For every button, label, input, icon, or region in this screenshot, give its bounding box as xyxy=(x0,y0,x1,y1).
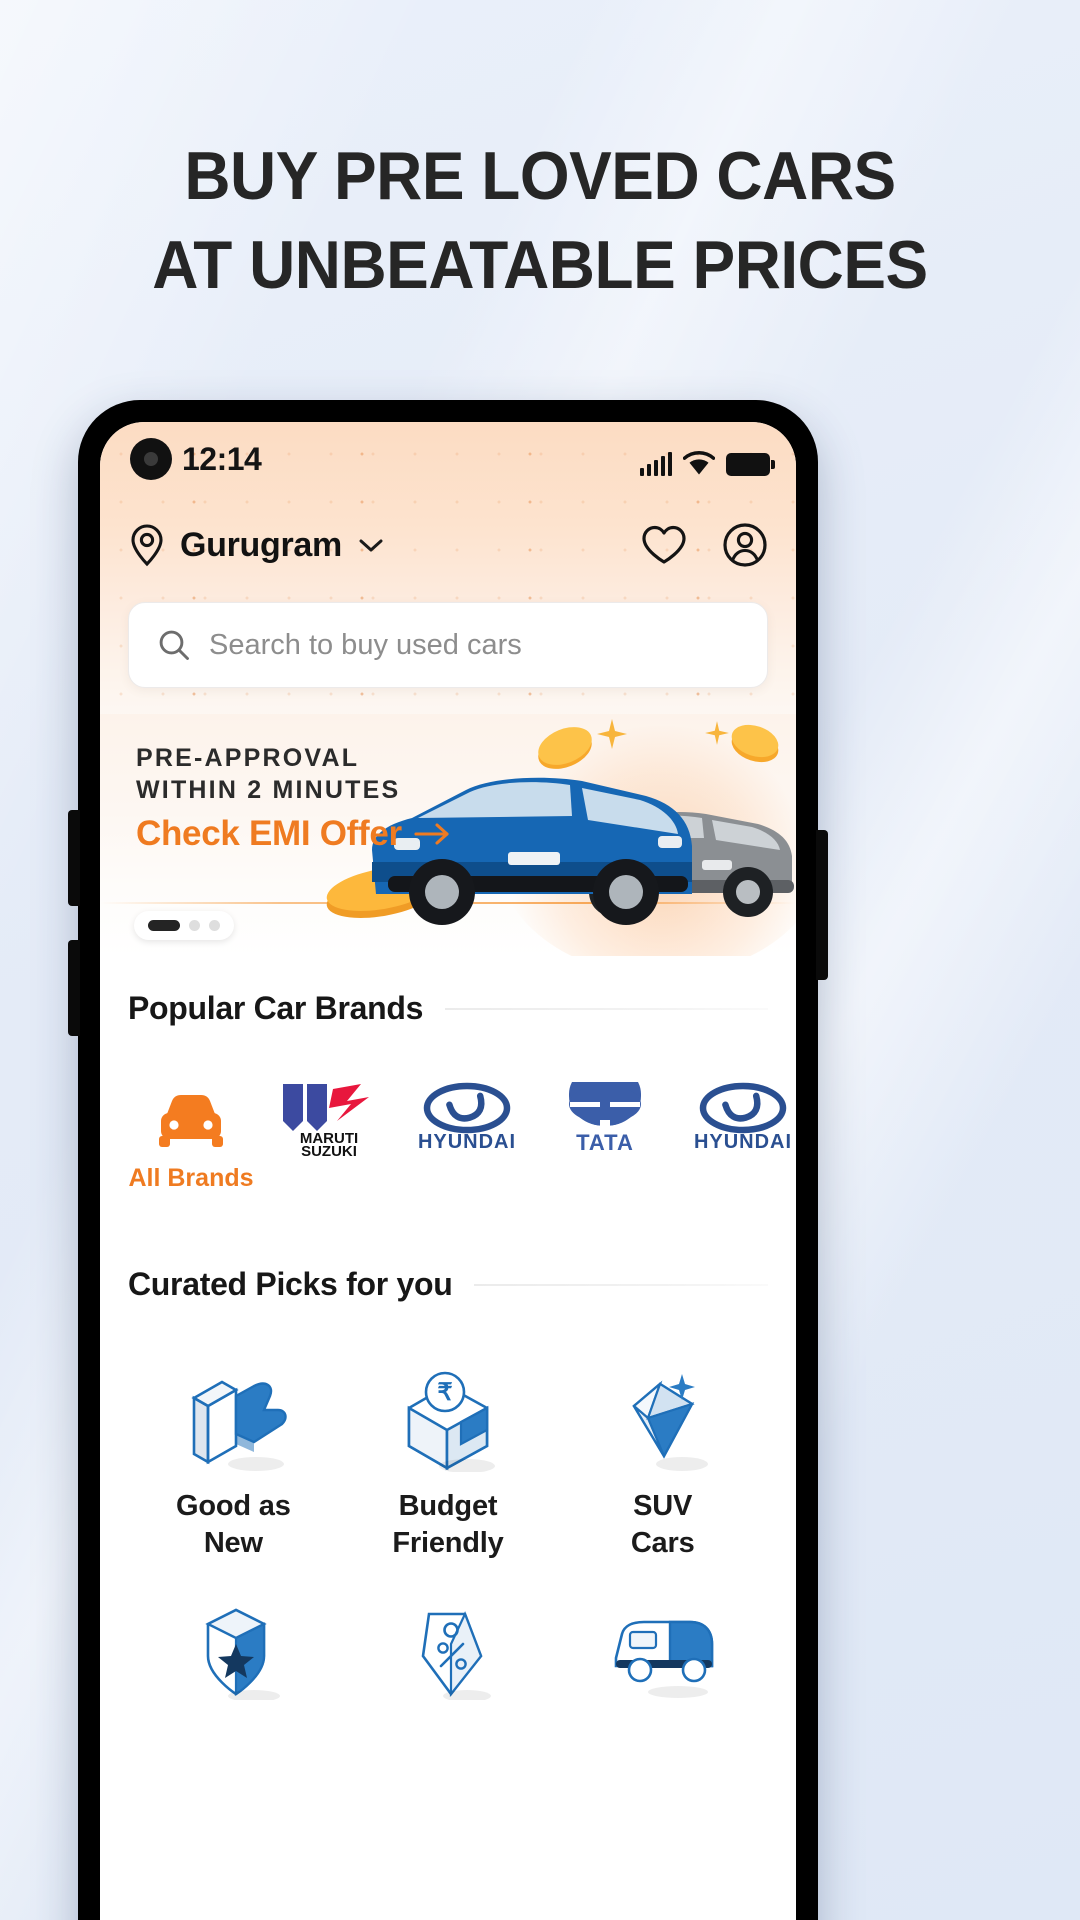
curated-pick-budget-friendly[interactable]: ₹ Budget Friendly xyxy=(341,1360,556,1562)
location-selector[interactable]: Gurugram xyxy=(128,523,386,567)
volume-down-button[interactable] xyxy=(68,940,80,1036)
curated-pick-label: Good as New xyxy=(176,1490,291,1559)
curated-pick-label: SUV Cars xyxy=(630,1490,695,1559)
maruti-suzuki-logo: MARUTI SUZUKI xyxy=(277,1082,381,1157)
wallet-rupee-icon: ₹ xyxy=(389,1360,507,1472)
section-title: Curated Picks for you xyxy=(128,1266,453,1302)
status-bar-time: 12:14 xyxy=(182,441,262,477)
battery-full-icon xyxy=(726,453,775,476)
headline-line-2: AT UNBEATABLE PRICES xyxy=(152,227,928,303)
section-divider xyxy=(474,1283,768,1286)
curated-pick-van[interactable] xyxy=(555,1588,770,1700)
arrow-right-icon xyxy=(414,823,449,845)
banner-carousel-pagination[interactable] xyxy=(134,911,234,940)
phone-screen: 12:14 Gurugram Search to buy used cars P… xyxy=(100,422,796,1920)
popular-brands-list: All Brands MARUTI SUZUKI HYUNDAI TATA HY… xyxy=(100,1082,796,1193)
hyundai-logo: HYUNDAI xyxy=(405,1082,529,1156)
banner-line-1: PRE-APPROVAL xyxy=(136,744,360,772)
location-name: Gurugram xyxy=(180,525,342,564)
carousel-dot[interactable] xyxy=(209,920,220,931)
svg-text:₹: ₹ xyxy=(437,1379,452,1406)
search-icon xyxy=(159,630,189,660)
svg-text:TATA: TATA xyxy=(576,1130,634,1155)
curated-pick-discount[interactable] xyxy=(341,1588,556,1700)
carousel-dot[interactable] xyxy=(189,920,200,931)
headline-line-1: BUY PRE LOVED CARS xyxy=(184,138,896,214)
power-button[interactable] xyxy=(816,830,828,980)
user-account-icon[interactable] xyxy=(722,522,768,568)
search-section: Search to buy used cars xyxy=(100,602,796,688)
curated-pick-good-as-new[interactable]: Good as New xyxy=(126,1360,341,1562)
heart-icon[interactable] xyxy=(640,523,688,567)
section-title: Popular Car Brands xyxy=(128,990,424,1026)
brand-item-maruti-suzuki[interactable]: MARUTI SUZUKI xyxy=(260,1082,398,1157)
svg-text:HYUNDAI: HYUNDAI xyxy=(418,1131,516,1153)
curated-pick-label: Budget Friendly xyxy=(392,1490,504,1559)
banner-line-2: WITHIN 2 MINUTES xyxy=(136,776,401,804)
location-pin-icon xyxy=(131,524,163,567)
sparkle-icon xyxy=(597,719,627,749)
status-bar-icons xyxy=(639,444,775,476)
header-action-icons xyxy=(640,522,768,568)
diamond-icon xyxy=(604,1360,722,1472)
brand-item-hyundai[interactable]: HYUNDAI xyxy=(398,1082,536,1156)
promo-headline: BUY PRE LOVED CARS AT UNBEATABLE PRICES xyxy=(32,132,1047,310)
car-front-icon xyxy=(155,1082,227,1156)
shield-star-icon xyxy=(174,1588,292,1700)
phone-mockup: 12:14 Gurugram Search to buy used cars P… xyxy=(68,400,828,1920)
curated-pick-assured[interactable] xyxy=(126,1588,341,1700)
carousel-dot-active[interactable] xyxy=(148,920,180,931)
brand-item-hyundai-2[interactable]: HYUNDAI xyxy=(674,1082,796,1156)
search-input[interactable]: Search to buy used cars xyxy=(209,629,522,662)
app-location-header: Gurugram xyxy=(100,508,796,582)
popular-brands-heading: Popular Car Brands xyxy=(100,990,796,1027)
tata-logo: TATA xyxy=(550,1082,660,1156)
volume-up-button[interactable] xyxy=(68,810,80,906)
status-bar: 12:14 xyxy=(100,422,796,496)
front-camera-punch-hole-icon xyxy=(130,438,172,480)
thumbs-up-icon xyxy=(174,1360,292,1472)
svg-text:SUZUKI: SUZUKI xyxy=(301,1143,357,1157)
wifi-icon xyxy=(683,451,715,475)
svg-text:HYUNDAI: HYUNDAI xyxy=(694,1131,792,1153)
section-divider xyxy=(445,1007,768,1010)
curated-pick-suv-cars[interactable]: SUV Cars xyxy=(555,1360,770,1562)
brand-item-tata[interactable]: TATA xyxy=(536,1082,674,1156)
search-bar[interactable]: Search to buy used cars xyxy=(128,602,768,688)
emi-promo-banner[interactable]: PRE-APPROVAL WITHIN 2 MINUTES Check EMI … xyxy=(100,714,796,956)
chevron-down-icon[interactable] xyxy=(356,535,386,555)
check-emi-offer-button[interactable]: Check EMI Offer xyxy=(136,814,453,854)
sparkle-icon xyxy=(705,721,729,745)
cellular-signal-icon xyxy=(639,452,672,476)
brand-item-all-brands[interactable]: All Brands xyxy=(122,1082,260,1193)
discount-tag-icon xyxy=(389,1588,507,1700)
brand-name: All Brands xyxy=(128,1164,254,1192)
hyundai-logo: HYUNDAI xyxy=(681,1082,796,1156)
check-emi-offer-label: Check EMI Offer xyxy=(136,814,402,853)
curated-picks-heading: Curated Picks for you xyxy=(100,1266,796,1303)
van-icon xyxy=(600,1588,726,1700)
curated-picks-grid: Good as New ₹ Budget Friendly SUV Cars xyxy=(100,1360,796,1700)
